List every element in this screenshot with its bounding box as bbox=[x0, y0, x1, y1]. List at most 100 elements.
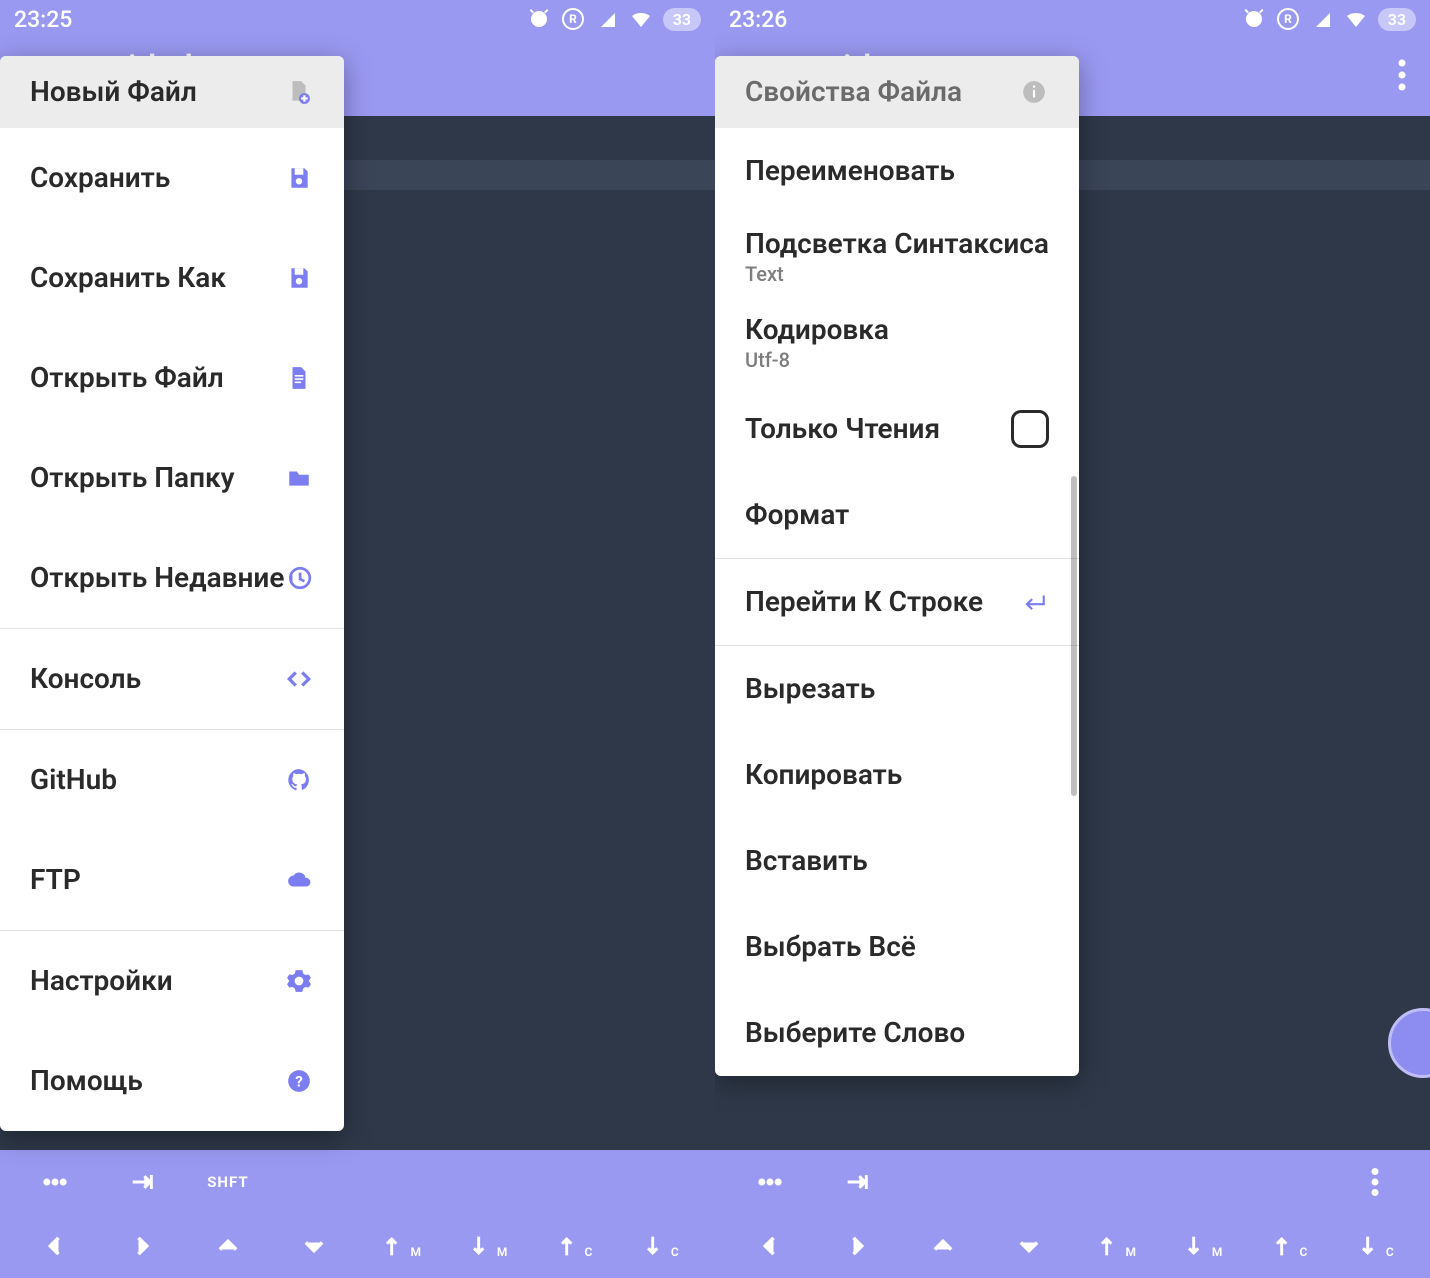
tab-key-button[interactable] bbox=[98, 1168, 184, 1196]
menu-item-label: Выбрать Всё bbox=[745, 930, 916, 963]
save-icon bbox=[284, 265, 314, 291]
menu-item-label: Открыть Папку bbox=[30, 461, 235, 494]
menu-item[interactable]: КодировкаUtf-8 bbox=[715, 300, 1079, 386]
up-button[interactable] bbox=[900, 1232, 986, 1260]
menu-item[interactable]: Переименовать bbox=[715, 128, 1079, 214]
help-icon bbox=[284, 1068, 314, 1094]
up-button[interactable] bbox=[185, 1232, 271, 1260]
arrow-down-c-button[interactable]: C bbox=[617, 1232, 703, 1260]
menu-item[interactable]: Консоль bbox=[0, 629, 344, 729]
menu-item-label: Перейти К Строке bbox=[745, 585, 983, 618]
scrollbar[interactable] bbox=[1071, 476, 1077, 796]
screen-left: 23:25 33 untitled.tx Новый файл untitled… bbox=[0, 0, 715, 1278]
alarm-icon bbox=[1242, 7, 1266, 31]
menu-item-label: Открыть Файл bbox=[30, 361, 224, 394]
menu-item-sublabel: Utf-8 bbox=[745, 348, 889, 372]
menu-item[interactable]: Выберите Слово bbox=[715, 990, 1079, 1076]
menu-item[interactable]: Открыть Папку bbox=[0, 428, 344, 528]
more-button[interactable] bbox=[12, 1168, 98, 1196]
readonly-checkbox[interactable] bbox=[1011, 410, 1049, 448]
file-menu-dropdown: Новый Файл Сохранить Сохранить Как Открыть… bbox=[0, 56, 344, 1131]
signal-icon bbox=[595, 7, 619, 31]
menu-item-label: Сохранить Как bbox=[30, 261, 226, 294]
menu-item[interactable]: Сохранить Как bbox=[0, 228, 344, 328]
arrow-down-c-button[interactable]: C bbox=[1332, 1232, 1418, 1260]
right-button[interactable] bbox=[98, 1232, 184, 1260]
arrow-up-c-button[interactable]: C bbox=[1245, 1232, 1331, 1260]
arrow-down-m-button[interactable]: M bbox=[444, 1232, 530, 1260]
history-icon bbox=[284, 565, 314, 591]
wifi-icon bbox=[629, 7, 653, 31]
menu-item[interactable]: Перейти К Строке bbox=[715, 559, 1079, 645]
menu-item-label: Переименовать bbox=[745, 154, 955, 187]
status-icons: 33 bbox=[1242, 7, 1416, 31]
shift-button[interactable]: SHFT bbox=[185, 1173, 271, 1191]
cloud-icon bbox=[284, 867, 314, 893]
wifi-icon bbox=[1344, 7, 1368, 31]
arrow-up-c-button[interactable]: C bbox=[530, 1232, 616, 1260]
menu-item-label: Помощь bbox=[30, 1064, 143, 1097]
registered-icon bbox=[561, 7, 585, 31]
menu-item[interactable]: Открыть Недавние bbox=[0, 528, 344, 628]
menu-item-label: Выберите Слово bbox=[745, 1016, 965, 1049]
down-button[interactable] bbox=[271, 1232, 357, 1260]
menu-properties-header: Свойства Файла bbox=[715, 56, 1079, 128]
folder-icon bbox=[284, 465, 314, 491]
arrow-up-m-button[interactable]: M bbox=[1073, 1232, 1159, 1260]
bottom-toolbar: SHFT M M C C bbox=[0, 1150, 715, 1278]
menu-item[interactable]: Вставить bbox=[715, 818, 1079, 904]
alarm-icon bbox=[527, 7, 551, 31]
menu-item[interactable]: Подсветка СинтаксисаText bbox=[715, 214, 1079, 300]
screen-right: 23:26 33 untitl Новый untitled.txt 1 bbox=[715, 0, 1430, 1278]
menu-item[interactable]: Формат bbox=[715, 472, 1079, 558]
down-button[interactable] bbox=[986, 1232, 1072, 1260]
menu-item-label: GitHub bbox=[30, 763, 117, 796]
status-icons: 33 bbox=[527, 7, 701, 31]
menu-item[interactable]: Только Чтения bbox=[715, 386, 1079, 472]
menu-item-label: Копировать bbox=[745, 758, 902, 791]
menu-item[interactable]: Вырезать bbox=[715, 646, 1079, 732]
menu-item[interactable]: Настройки bbox=[0, 931, 344, 1031]
right-button[interactable] bbox=[813, 1232, 899, 1260]
status-time: 23:25 bbox=[14, 6, 72, 33]
code-icon bbox=[284, 666, 314, 692]
menu-item[interactable]: Сохранить bbox=[0, 128, 344, 228]
menu-item[interactable]: GitHub bbox=[0, 730, 344, 830]
menu-item[interactable]: Помощь bbox=[0, 1031, 344, 1131]
menu-item-label: Открыть Недавние bbox=[30, 561, 284, 594]
arrow-down-m-button[interactable]: M bbox=[1159, 1232, 1245, 1260]
menu-item[interactable]: Копировать bbox=[715, 732, 1079, 818]
menu-item-label: FTP bbox=[30, 863, 81, 896]
menu-item-label: Консоль bbox=[30, 662, 141, 695]
info-icon bbox=[1019, 79, 1049, 105]
signal-icon bbox=[1310, 7, 1334, 31]
menu-item-sublabel: Text bbox=[745, 262, 1049, 286]
toolbar-overflow-button[interactable] bbox=[1332, 1168, 1418, 1196]
save-icon bbox=[284, 165, 314, 191]
menu-item-label: Кодировка bbox=[745, 313, 889, 346]
status-time: 23:26 bbox=[729, 6, 787, 33]
menu-item[interactable]: Выбрать Всё bbox=[715, 904, 1079, 990]
menu-item-label: Формат bbox=[745, 498, 849, 531]
file-add-icon bbox=[284, 79, 314, 105]
tab-key-button[interactable] bbox=[813, 1168, 899, 1196]
menu-item[interactable]: FTP bbox=[0, 830, 344, 930]
status-bar: 23:26 33 bbox=[715, 0, 1430, 38]
menu-item-label: Только Чтения bbox=[745, 412, 940, 445]
menu-new-file[interactable]: Новый Файл bbox=[0, 56, 344, 128]
enter-icon bbox=[1019, 589, 1049, 615]
left-button[interactable] bbox=[727, 1232, 813, 1260]
menu-item-label: Подсветка Синтаксиса bbox=[745, 227, 1049, 260]
status-bar: 23:25 33 bbox=[0, 0, 715, 38]
menu-item[interactable]: Открыть Файл bbox=[0, 328, 344, 428]
left-button[interactable] bbox=[12, 1232, 98, 1260]
bottom-toolbar: M M C C bbox=[715, 1150, 1430, 1278]
overflow-button[interactable] bbox=[1398, 59, 1406, 95]
menu-item-label: Сохранить bbox=[30, 161, 170, 194]
file-properties-dropdown: Свойства Файла Переименовать Подсветка Си… bbox=[715, 56, 1079, 1076]
registered-icon bbox=[1276, 7, 1300, 31]
arrow-up-m-button[interactable]: M bbox=[358, 1232, 444, 1260]
gear-icon bbox=[284, 968, 314, 994]
menu-item-label: Вырезать bbox=[745, 672, 875, 705]
more-button[interactable] bbox=[727, 1168, 813, 1196]
